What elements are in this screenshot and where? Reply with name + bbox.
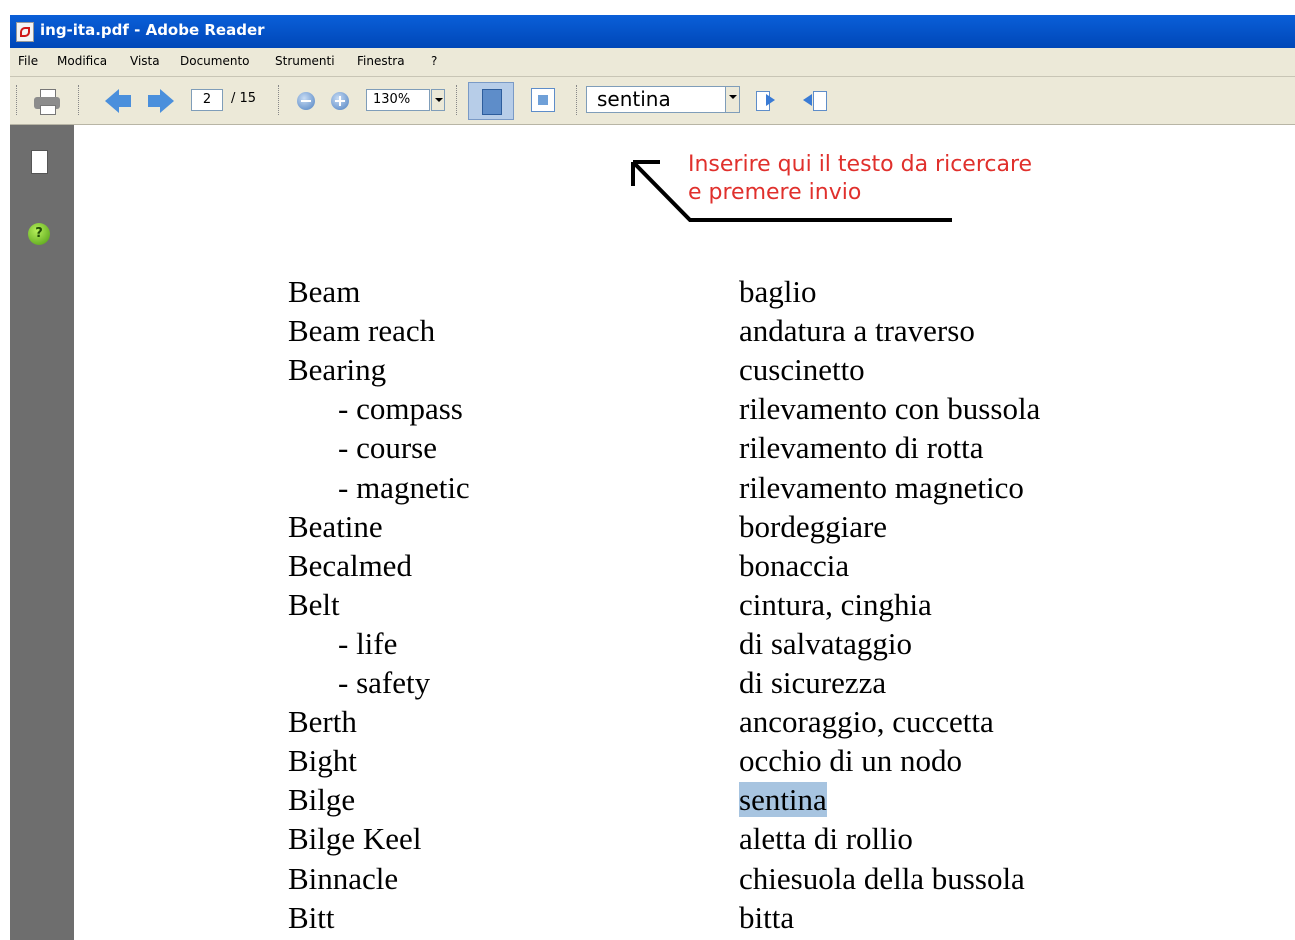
- glossary-term: Becalmed: [288, 547, 412, 583]
- glossary-term: - compass: [338, 391, 463, 427]
- menu-bar: File Modifica Vista Documento Strumenti …: [10, 48, 1295, 77]
- translation-text: cuscinetto: [739, 352, 865, 388]
- glossary-term: Berth: [288, 704, 357, 740]
- document-page: [75, 125, 1295, 940]
- glossary-translation: andatura a traverso: [739, 311, 975, 350]
- glossary-translation: rilevamento di rotta: [739, 428, 983, 467]
- glossary-term: Bearing: [288, 352, 387, 388]
- print-icon[interactable]: [32, 87, 62, 115]
- search-input[interactable]: sentina: [586, 86, 726, 113]
- page-number-input[interactable]: 2: [191, 89, 223, 111]
- glossary-term: Binnacle: [288, 860, 399, 896]
- navigation-sidebar: ?: [10, 125, 74, 940]
- window-title: ing-ita.pdf - Adobe Reader: [40, 21, 265, 39]
- pdf-file-icon: [16, 22, 34, 42]
- translation-text: bonaccia: [739, 547, 850, 583]
- glossary-translation: cuscinetto: [739, 350, 865, 389]
- menu-strumenti[interactable]: Strumenti: [275, 54, 335, 68]
- glossary-translation: cintura, cinghia: [739, 585, 932, 624]
- translation-text: andatura a traverso: [739, 313, 975, 349]
- translation-text: baglio: [739, 274, 817, 309]
- glossary-term: - life: [338, 625, 398, 661]
- glossary-term: - magnetic: [338, 469, 470, 505]
- zoom-in-icon[interactable]: [331, 92, 349, 110]
- search-dropdown-button[interactable]: [726, 86, 740, 113]
- zoom-level-input[interactable]: 130%: [366, 89, 430, 111]
- glossary-translation: rilevamento con bussola: [739, 389, 1040, 428]
- glossary-translation: bitta: [739, 898, 794, 937]
- glossary-term: - course: [338, 430, 437, 466]
- fit-window-icon[interactable]: [531, 88, 555, 112]
- translation-text: occhio di un nodo: [739, 743, 962, 779]
- glossary-term: Bilge Keel: [288, 821, 422, 857]
- glossary-term: Bight: [288, 743, 357, 779]
- menu-file[interactable]: File: [18, 54, 38, 68]
- toolbar-grip[interactable]: [576, 85, 580, 115]
- zoom-out-icon[interactable]: [297, 92, 315, 110]
- translation-text: rilevamento con bussola: [739, 391, 1041, 427]
- glossary-term: Bilge: [288, 782, 356, 818]
- glossary-term: Beam: [288, 274, 361, 309]
- fit-page-icon[interactable]: [468, 82, 514, 120]
- menu-vista[interactable]: Vista: [130, 54, 160, 68]
- search-highlight: sentina: [739, 782, 827, 818]
- title-bar: ing-ita.pdf - Adobe Reader: [10, 15, 1295, 48]
- glossary-translation: rilevamento magnetico: [739, 468, 1024, 507]
- toolbar-grip[interactable]: [456, 85, 460, 115]
- find-previous-icon[interactable]: [754, 89, 778, 111]
- annotation-line: e premere invio: [688, 180, 862, 205]
- page-total-label: / 15: [231, 91, 257, 106]
- translation-text: bitta: [739, 899, 795, 935]
- glossary-translation: di sicurezza: [739, 663, 886, 702]
- translation-text: di salvataggio: [739, 625, 913, 661]
- toolbar-grip[interactable]: [278, 85, 282, 115]
- glossary-term: Beam reach: [288, 313, 436, 349]
- translation-text: ancoraggio, cuccetta: [739, 704, 994, 740]
- menu-documento[interactable]: Documento: [180, 54, 250, 68]
- glossary-term: Bitt: [288, 899, 335, 935]
- translation-text: aletta di rollio: [739, 821, 913, 857]
- toolbar-grip[interactable]: [78, 85, 82, 115]
- glossary-translation: di salvataggio: [739, 624, 912, 663]
- glossary-translation: chiesuola della bussola: [739, 859, 1025, 898]
- find-next-icon[interactable]: [803, 89, 827, 111]
- glossary-translation: occhio di un nodo: [739, 741, 962, 780]
- glossary-translation: ancoraggio, cuccetta: [739, 702, 994, 741]
- translation-text: chiesuola della bussola: [739, 860, 1025, 896]
- previous-page-icon[interactable]: [105, 89, 131, 113]
- translation-text: bordeggiare: [739, 508, 888, 544]
- instruction-annotation: Inserire qui il testo da ricercare e pre…: [688, 151, 1032, 207]
- zoom-dropdown-button[interactable]: [431, 89, 445, 111]
- toolbar: 2 / 15 130% sentina: [10, 77, 1295, 125]
- translation-text: di sicurezza: [739, 665, 887, 700]
- translation-text: cintura, cinghia: [739, 586, 932, 622]
- menu-modifica[interactable]: Modifica: [57, 54, 107, 68]
- menu-finestra[interactable]: Finestra: [357, 54, 405, 68]
- glossary-translation: aletta di rollio: [739, 819, 913, 858]
- next-page-icon[interactable]: [148, 89, 174, 113]
- translation-text: rilevamento di rotta: [739, 430, 984, 466]
- menu-help[interactable]: ?: [431, 54, 437, 68]
- glossary-translation: bordeggiare: [739, 507, 887, 546]
- glossary-translation: sentina: [739, 780, 827, 819]
- annotation-line: Inserire qui il testo da ricercare: [688, 152, 1033, 177]
- glossary-translation: baglio: [739, 272, 817, 311]
- help-icon[interactable]: ?: [28, 223, 50, 245]
- translation-text: rilevamento magnetico: [739, 469, 1024, 505]
- glossary-term: Belt: [288, 586, 340, 622]
- glossary-translation: bonaccia: [739, 546, 849, 585]
- toolbar-grip[interactable]: [16, 85, 20, 115]
- glossary-term: Beatine: [288, 508, 383, 544]
- glossary-term: - safety: [338, 665, 431, 700]
- pages-icon[interactable]: [27, 147, 48, 174]
